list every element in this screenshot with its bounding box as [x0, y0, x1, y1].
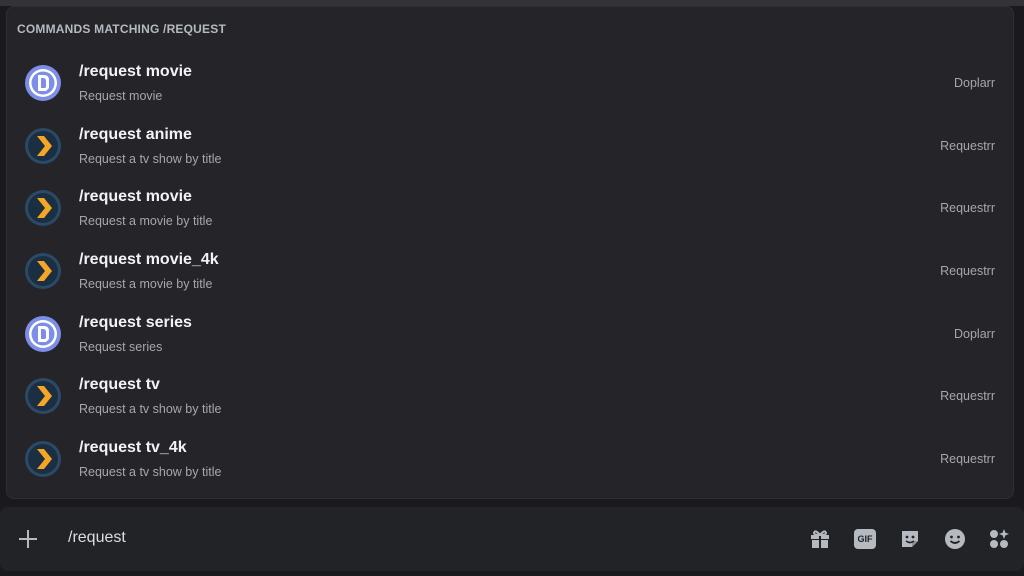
command-item[interactable]: /request movie Request a movie by title … — [7, 177, 1013, 240]
gift-button[interactable] — [808, 527, 832, 551]
command-description: Request a tv show by title — [79, 151, 222, 166]
message-input[interactable] — [68, 529, 768, 547]
command-name: /request tv — [79, 376, 160, 394]
command-source: Requestrr — [940, 264, 995, 279]
command-list: /request movie Request movie Doplarr /re… — [7, 52, 1013, 491]
command-description: Request a tv show by title — [79, 402, 222, 417]
apps-button[interactable] — [987, 527, 1011, 551]
command-item[interactable]: /request tv Request a tv show by title R… — [7, 365, 1013, 428]
command-name: /request movie — [79, 188, 192, 206]
requestrr-bot-icon — [25, 441, 61, 478]
popup-header: COMMANDS MATCHING /REQUEST — [17, 22, 226, 36]
command-description: Request a tv show by title — [79, 465, 222, 480]
command-name: /request tv_4k — [79, 439, 187, 457]
command-item[interactable]: /request movie_4k Request a movie by tit… — [7, 240, 1013, 303]
requestrr-bot-icon — [25, 253, 61, 290]
command-description: Request a movie by title — [79, 214, 213, 229]
requestrr-bot-icon — [25, 378, 61, 415]
command-item[interactable]: /request movie Request movie Doplarr — [7, 52, 1013, 115]
command-source: Requestrr — [940, 389, 995, 404]
command-item[interactable]: /request series Request series Doplarr — [7, 303, 1013, 366]
apps-icon — [990, 529, 1009, 548]
command-source: Doplarr — [954, 76, 995, 90]
gif-button[interactable]: GIF — [854, 529, 876, 549]
sticker-icon — [902, 531, 918, 547]
emoji-button[interactable] — [943, 527, 967, 551]
command-source: Requestrr — [940, 138, 995, 153]
command-source: Requestrr — [940, 201, 995, 216]
command-autocomplete-popup: COMMANDS MATCHING /REQUEST /request movi… — [6, 6, 1014, 499]
command-source: Requestrr — [940, 452, 995, 467]
sticker-button[interactable] — [898, 527, 922, 551]
command-name: /request movie — [79, 63, 192, 80]
command-description: Request a movie by title — [79, 277, 213, 292]
plus-icon — [19, 530, 37, 548]
command-item[interactable]: /request anime Request a tv show by titl… — [7, 115, 1013, 178]
command-name: /request movie_4k — [79, 251, 219, 269]
doplarr-bot-icon — [25, 65, 61, 101]
add-attachment-button[interactable] — [16, 527, 40, 551]
emoji-icon — [945, 529, 965, 549]
command-description: Request series — [79, 339, 163, 354]
command-item[interactable]: /request tv_4k Request a tv show by titl… — [7, 428, 1013, 491]
requestrr-bot-icon — [25, 127, 61, 164]
command-name: /request anime — [79, 125, 192, 143]
command-description: Request movie — [79, 89, 163, 103]
requestrr-bot-icon — [25, 190, 61, 227]
message-input-bar: GIF — [0, 507, 1024, 571]
command-source: Doplarr — [954, 326, 995, 341]
command-name: /request series — [79, 313, 192, 331]
gift-icon — [811, 530, 829, 548]
doplarr-bot-icon — [25, 315, 61, 352]
